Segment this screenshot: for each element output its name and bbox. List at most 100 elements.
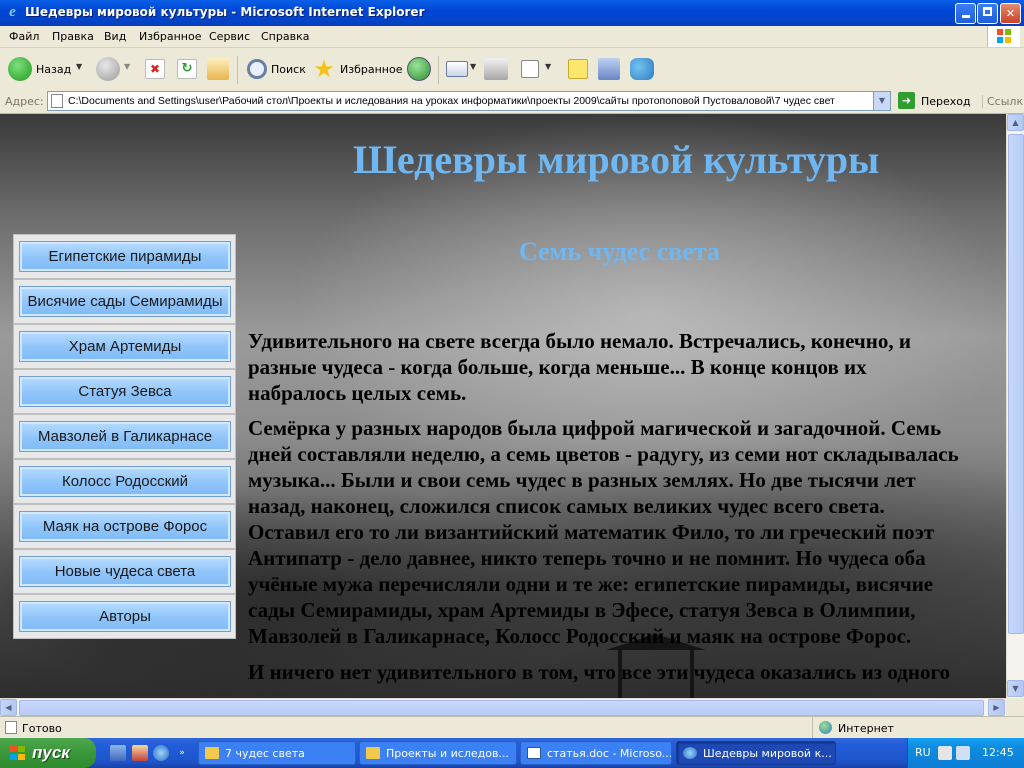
favorites-button-label[interactable]: Избранное	[340, 63, 402, 76]
wonders-nav-menu: Египетские пирамиды Висячие сады Семирам…	[13, 234, 236, 639]
page-viewport: Шедевры мировой культуры Семь чудес свет…	[0, 114, 1006, 698]
favorites-star-icon[interactable]: ★	[312, 57, 336, 81]
address-url[interactable]: C:\Documents and Settings\user\Рабочий с…	[68, 95, 868, 107]
task-button[interactable]: Проекты и иследов...	[359, 741, 517, 765]
edit-dropdown-icon[interactable]: ▼	[545, 62, 551, 71]
nav-statue-zeus-button[interactable]: Статуя Зевса	[19, 376, 231, 407]
quicklaunch-expand-icon[interactable]: »	[176, 745, 188, 761]
research-icon[interactable]	[598, 58, 620, 80]
address-dropdown-icon[interactable]: ▼	[873, 92, 890, 110]
word-document-icon	[527, 747, 541, 759]
page-done-icon	[5, 721, 17, 734]
windows-flag-icon	[10, 746, 26, 761]
language-indicator[interactable]: RU	[915, 746, 931, 759]
window-title: Шедевры мировой культуры - Microsoft Int…	[25, 5, 425, 19]
scroll-right-icon[interactable]: ▶	[988, 699, 1005, 716]
nav-cell: Египетские пирамиды	[13, 234, 236, 279]
close-button[interactable]: ✕	[1000, 3, 1021, 24]
menu-file[interactable]: Файл	[9, 30, 39, 43]
edit-icon[interactable]	[521, 60, 539, 78]
text-line: Оставил его то ли византийский математик…	[248, 520, 935, 544]
text-line: Удивительного на свете всегда было немал…	[248, 329, 911, 353]
vertical-scrollbar[interactable]: ▲ ▼	[1006, 114, 1024, 698]
text-line: назад, наконец, сложился список самых ве…	[248, 494, 885, 518]
nav-cell: Авторы	[13, 594, 236, 639]
page-heading: Шедевры мировой культуры	[353, 137, 880, 182]
nav-temple-artemis-button[interactable]: Храм Артемиды	[19, 331, 231, 362]
stop-icon[interactable]: ✖	[145, 59, 165, 79]
nav-new-wonders-button[interactable]: Новые чудеса света	[19, 556, 231, 587]
history-icon[interactable]	[407, 57, 431, 81]
back-button-label[interactable]: Назад	[36, 63, 71, 76]
address-label: Адрес:	[5, 95, 44, 108]
windows-logo-icon	[987, 26, 1020, 47]
nav-authors-button[interactable]: Авторы	[19, 601, 231, 632]
title-bar[interactable]: e Шедевры мировой культуры - Microsoft I…	[0, 0, 1024, 26]
messenger-icon[interactable]	[630, 58, 654, 80]
network-icon[interactable]	[938, 746, 952, 760]
search-button-label[interactable]: Поиск	[271, 63, 306, 76]
nav-egyptian-pyramids-button[interactable]: Египетские пирамиды	[19, 241, 231, 272]
go-button-label[interactable]: Переход	[921, 95, 971, 108]
menu-view[interactable]: Вид	[104, 30, 126, 43]
toolbar-separator	[237, 56, 238, 84]
menu-edit[interactable]: Правка	[52, 30, 94, 43]
scroll-up-icon[interactable]: ▲	[1007, 114, 1024, 131]
clock[interactable]: 12:45	[982, 746, 1014, 759]
menu-help[interactable]: Справка	[261, 30, 309, 43]
task-button[interactable]: статья.doc - Microso...	[520, 741, 672, 765]
ie-quicklaunch-icon[interactable]	[153, 745, 169, 761]
nav-mausoleum-button[interactable]: Мавзолей в Галикарнасе	[19, 421, 231, 452]
links-label[interactable]: Ссылки	[982, 95, 1024, 108]
address-bar: Адрес: C:\Documents and Settings\user\Ра…	[0, 90, 1024, 114]
horizontal-scroll-thumb[interactable]	[19, 700, 984, 716]
status-bar: Готово Интернет	[0, 716, 1024, 739]
system-tray: RU 12:45	[907, 738, 1024, 768]
menu-bar: Файл Правка Вид Избранное Сервис Справка	[0, 26, 1024, 48]
scroll-left-icon[interactable]: ◀	[0, 699, 17, 716]
back-dropdown-icon[interactable]: ▼	[76, 62, 82, 71]
home-icon[interactable]	[207, 58, 229, 80]
mail-dropdown-icon[interactable]: ▼	[470, 62, 476, 71]
text-line: И ничего нет удивительного в том, что вс…	[248, 660, 951, 684]
page-icon	[51, 94, 63, 108]
mail-icon[interactable]	[446, 61, 468, 77]
menu-tools[interactable]: Сервис	[209, 30, 250, 43]
menu-favorites[interactable]: Избранное	[139, 30, 201, 43]
nav-lighthouse-button[interactable]: Маяк на острове Форос	[19, 511, 231, 542]
task-label: 7 чудес света	[225, 747, 305, 760]
nav-hanging-gardens-button[interactable]: Висячие сады Семирамиды	[19, 286, 231, 317]
minimize-button[interactable]	[955, 3, 976, 24]
restore-button[interactable]	[977, 3, 998, 24]
task-button[interactable]: 7 чудес света	[198, 741, 356, 765]
start-button[interactable]: пуск	[0, 738, 96, 768]
nav-cell: Мавзолей в Галикарнасе	[13, 414, 236, 459]
discuss-icon[interactable]	[568, 59, 588, 79]
refresh-icon[interactable]: ↻	[177, 59, 197, 79]
text-line: Антипатр - дело давнее, никто теперь точ…	[248, 546, 926, 570]
address-input[interactable]: C:\Documents and Settings\user\Рабочий с…	[47, 91, 891, 111]
scroll-down-icon[interactable]: ▼	[1007, 680, 1024, 697]
toolbar-separator	[438, 56, 439, 84]
show-desktop-icon[interactable]	[110, 745, 126, 761]
task-label: Шедевры мировой к...	[703, 747, 832, 760]
go-arrow-icon[interactable]: ➜	[898, 92, 915, 109]
vertical-scroll-thumb[interactable]	[1008, 134, 1024, 634]
minimize-icon	[961, 15, 970, 18]
volume-icon[interactable]	[956, 746, 970, 760]
nav-colossus-button[interactable]: Колосс Родосский	[19, 466, 231, 497]
text-line: музыка... Были и свои семь чудес в разны…	[248, 468, 916, 492]
print-icon[interactable]	[484, 58, 508, 80]
back-arrow-icon[interactable]	[8, 57, 32, 81]
forward-arrow-icon[interactable]	[96, 57, 120, 81]
article-body: Удивительного на свете всегда было немал…	[248, 328, 1006, 694]
task-button-active[interactable]: Шедевры мировой к...	[676, 741, 836, 765]
restore-icon	[983, 7, 992, 16]
nav-cell: Колосс Родосский	[13, 459, 236, 504]
close-icon: ✕	[1005, 7, 1016, 20]
horizontal-scrollbar[interactable]: ◀ ▶	[0, 698, 1006, 716]
text-line: сады Семирамиды, храм Артемиды в Эфесе, …	[248, 598, 916, 622]
search-icon[interactable]	[247, 59, 267, 79]
forward-dropdown-icon[interactable]: ▼	[124, 62, 130, 71]
media-player-icon[interactable]	[132, 745, 148, 761]
